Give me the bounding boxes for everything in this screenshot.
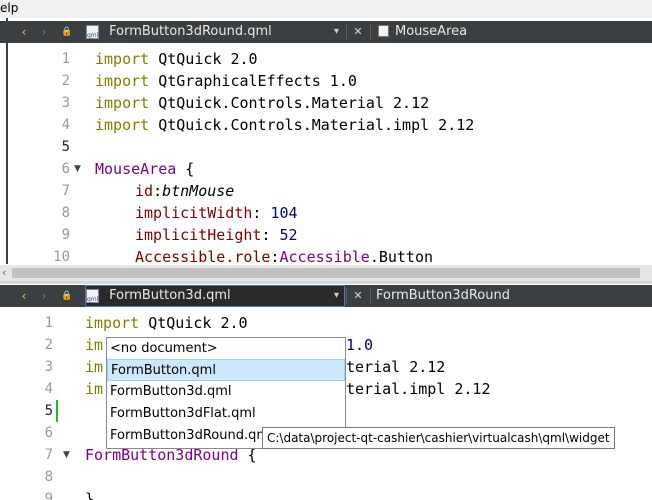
symbol-icon xyxy=(378,25,389,37)
code-line: im xyxy=(85,336,104,354)
line-number: 1 xyxy=(61,51,70,67)
code-line: import QtQuick 2.0 xyxy=(85,314,248,332)
line-number: 5 xyxy=(61,139,70,155)
top-symbol-selector[interactable]: MouseArea xyxy=(395,22,467,42)
line-number: 8 xyxy=(44,469,53,485)
dropdown-option[interactable]: FormButton3d.qml xyxy=(107,381,345,403)
code-line-tail: terial 2.12 xyxy=(346,358,446,376)
qml-file-icon: qml xyxy=(86,24,99,39)
dropdown-option-selected[interactable]: FormButton.qml xyxy=(107,359,345,381)
top-file-selector[interactable]: qml FormButton3dRound.qml ▾ xyxy=(86,22,344,42)
code-line: } xyxy=(85,490,95,500)
line-number: 2 xyxy=(61,73,70,89)
code-line-tail: terial.impl 2.12 xyxy=(346,380,491,398)
line-number: 3 xyxy=(44,359,53,375)
code-line-tail: 1.0 xyxy=(346,336,374,354)
code-line: im xyxy=(85,380,104,398)
code-line: implicitHeight: 52 xyxy=(135,226,298,244)
code-line: im xyxy=(85,358,104,376)
code-line: MouseArea { xyxy=(95,160,195,178)
forward-icon[interactable]: › xyxy=(38,24,50,40)
line-number: 9 xyxy=(61,227,70,243)
bottom-file-name: FormButton3d.qml xyxy=(109,288,231,303)
line-number: 3 xyxy=(61,95,70,111)
line-number: 5 xyxy=(44,403,53,419)
top-editor-toolbar: ‹ › 🔒 qml FormButton3dRound.qml ▾ ✕ Mous… xyxy=(0,21,652,43)
lock-icon[interactable]: 🔒 xyxy=(60,288,74,304)
toolbar-divider xyxy=(346,288,347,304)
bottom-editor-toolbar: ‹ › 🔒 qml FormButton3d.qml ▾ ✕ FormButto… xyxy=(0,285,652,307)
line-number: 6 xyxy=(44,425,53,441)
top-editor[interactable]: 1 2 3 4 5 6 7 8 9 10 ▼ import QtQuick 2.… xyxy=(8,43,652,265)
bottom-file-selector[interactable]: qml FormButton3d.qml ▾ xyxy=(85,285,345,307)
splitter[interactable] xyxy=(0,281,652,284)
fold-arrow-icon[interactable]: ▼ xyxy=(74,164,81,174)
dropdown-option[interactable]: <no document> xyxy=(107,338,345,360)
code-line: implicitWidth: 104 xyxy=(135,204,298,222)
top-code[interactable]: import QtQuick 2.0 import QtGraphicalEff… xyxy=(95,48,474,265)
back-icon[interactable]: ‹ xyxy=(18,24,30,40)
file-path-tooltip: C:\data\project-qt-cashier\cashier\virtu… xyxy=(262,427,615,449)
line-number: 4 xyxy=(44,381,53,397)
code-line: import QtQuick.Controls.Material.impl 2.… xyxy=(95,116,475,134)
chevron-down-icon[interactable]: ▾ xyxy=(334,22,339,42)
code-line: import QtQuick 2.0 xyxy=(95,50,258,68)
line-number: 6 xyxy=(61,161,70,177)
qml-file-icon: qml xyxy=(86,288,99,303)
line-number: 7 xyxy=(61,183,70,199)
back-icon[interactable]: ‹ xyxy=(18,288,30,304)
toolbar-divider xyxy=(346,24,347,40)
menu-bar: elp xyxy=(0,0,652,18)
line-number: 4 xyxy=(61,117,70,133)
code-line: import QtGraphicalEffects 1.0 xyxy=(95,72,357,90)
line-number: 9 xyxy=(44,491,53,500)
line-number: 7 xyxy=(44,447,53,463)
dropdown-option[interactable]: FormButton3dFlat.qml xyxy=(107,403,345,425)
code-line: import QtQuick.Controls.Material 2.12 xyxy=(95,94,430,112)
modified-line-marker xyxy=(56,400,58,422)
lock-icon[interactable]: 🔒 xyxy=(60,24,74,40)
fold-arrow-icon[interactable]: ▼ xyxy=(63,450,70,460)
code-line: id:btnMouse xyxy=(135,182,235,200)
line-number: 1 xyxy=(44,315,53,331)
line-number: 2 xyxy=(44,337,53,353)
scrollbar-thumb[interactable] xyxy=(12,268,640,278)
close-icon[interactable]: ✕ xyxy=(352,288,364,304)
bottom-symbol-selector[interactable]: FormButton3dRound xyxy=(376,286,510,306)
chevron-down-icon[interactable]: ▾ xyxy=(334,286,339,306)
toolbar-divider xyxy=(370,288,371,304)
horizontal-scrollbar[interactable]: ‹ xyxy=(0,265,652,281)
line-number: 10 xyxy=(53,249,70,265)
line-number: 8 xyxy=(61,205,70,221)
menu-help[interactable]: elp xyxy=(0,1,18,15)
forward-icon[interactable]: › xyxy=(38,288,50,304)
scroll-left-icon[interactable]: ‹ xyxy=(2,266,6,279)
toolbar-divider xyxy=(370,24,371,40)
top-file-name: FormButton3dRound.qml xyxy=(109,24,272,39)
close-icon[interactable]: ✕ xyxy=(352,24,364,40)
code-line: Accessible.role:Accessible.Button xyxy=(135,248,434,265)
